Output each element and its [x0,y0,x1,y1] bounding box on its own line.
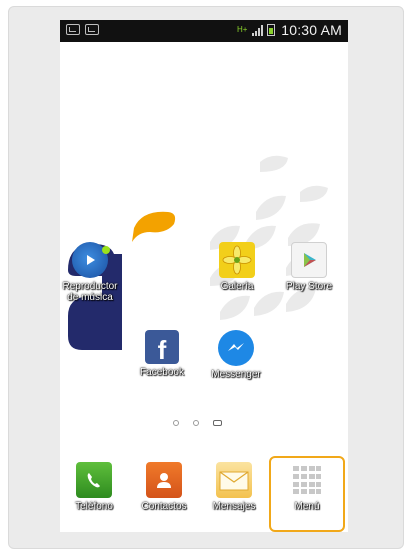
battery-icon [267,24,276,36]
dock-contacts[interactable]: Contactos [129,462,199,512]
app-gallery[interactable]: Galería [202,242,272,292]
app-label: Teléfono [75,501,113,512]
app-label: Facebook [140,367,184,378]
phone-screen: H+ 10:30 AM Reproductor de música Galerí… [60,20,348,532]
brand-logo-swoosh [132,211,176,242]
network-type-icon: H+ [237,25,248,34]
status-bar: H+ 10:30 AM [60,20,348,42]
wallpaper-leaves [210,155,328,320]
app-label: Reproductor de música [62,281,118,303]
page-dot[interactable] [173,420,179,426]
play-store-icon [291,242,327,278]
page-dot[interactable] [193,420,199,426]
app-label: Messenger [211,369,261,380]
app-music-player[interactable]: Reproductor de música [60,242,125,303]
status-time: 10:30 AM [281,22,342,38]
facebook-icon: f [145,330,179,365]
app-play-store[interactable]: Play Store [274,242,344,292]
picture-notification-icon [85,24,99,35]
dock-messages[interactable]: Mensajes [199,462,269,512]
page-dot-current[interactable] [213,420,222,426]
status-right: H+ 10:30 AM [236,22,342,38]
app-label: Mensajes [212,501,256,512]
messenger-icon [218,330,254,366]
app-label: Galería [220,281,254,292]
notification-icons [66,24,99,35]
menu-highlight-box [269,456,345,532]
app-facebook[interactable]: f Facebook [127,330,197,378]
signal-icon [252,24,264,36]
dock-phone[interactable]: Teléfono [60,462,129,512]
contacts-icon [146,462,182,498]
app-label: Play Store [285,281,333,292]
messages-icon [216,462,252,498]
gallery-icon [219,242,255,278]
page-indicator [173,420,222,426]
app-messenger[interactable]: Messenger [201,330,271,380]
app-label: Contactos [141,501,187,512]
phone-icon [76,462,112,498]
music-player-icon [72,242,110,278]
picture-notification-icon [66,24,80,35]
